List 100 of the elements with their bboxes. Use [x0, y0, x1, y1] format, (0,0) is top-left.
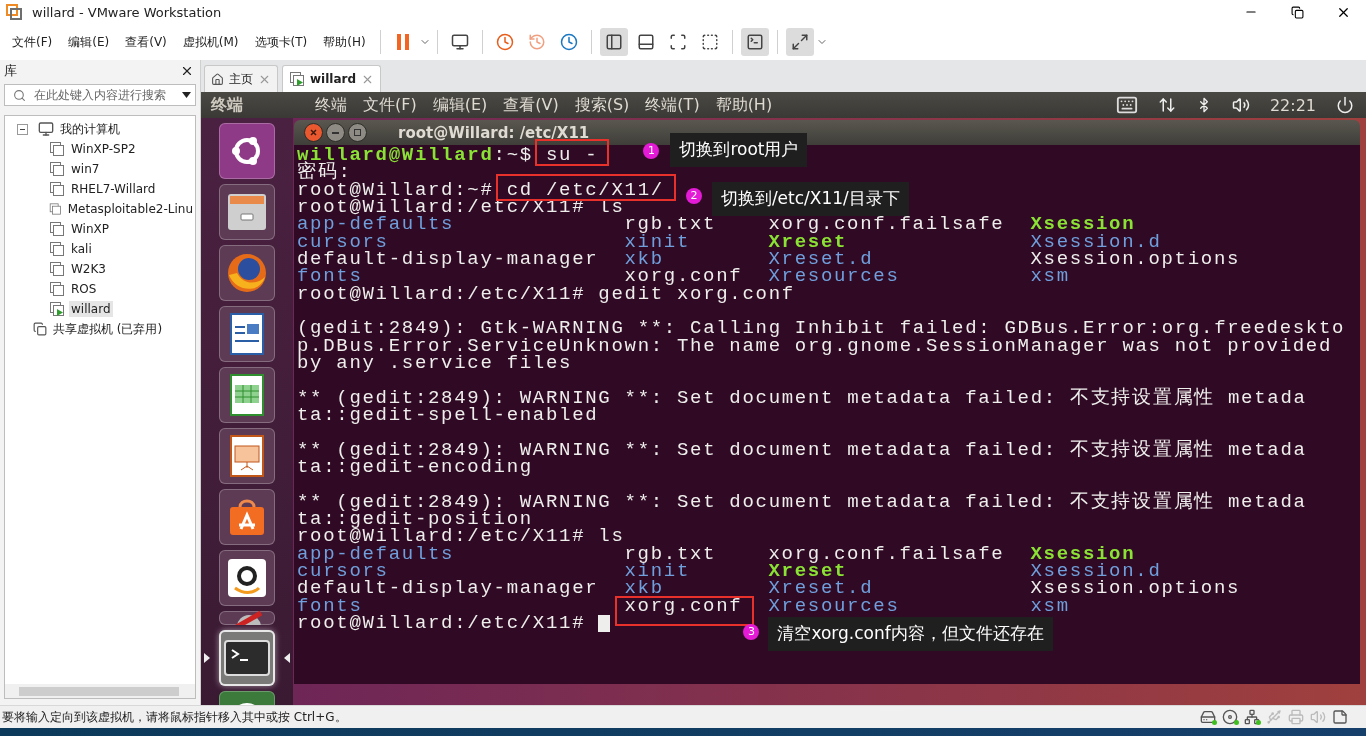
launcher-tile[interactable] — [219, 184, 275, 240]
note-icon[interactable] — [1330, 708, 1350, 726]
minimize-button[interactable] — [326, 123, 345, 142]
launcher-tile[interactable] — [219, 306, 275, 362]
file-name: xorg.conf — [624, 268, 743, 286]
monitor-icon — [450, 33, 469, 51]
file-name: default-display-manager — [297, 250, 599, 269]
terminal-icon — [745, 33, 764, 51]
step-number-badge: 3 — [743, 623, 760, 640]
window-title: willard - VMware Workstation — [32, 4, 223, 20]
sidebar-panel-icon — [604, 33, 623, 51]
pause-icon — [395, 33, 410, 51]
tree-item[interactable]: ROS — [69, 281, 99, 297]
menu-item[interactable]: 编辑(E) — [424, 94, 496, 116]
menu-item[interactable]: 编辑(E) — [60, 33, 118, 51]
terminal-text: by any .service files — [297, 354, 573, 373]
fullscreen-icon — [668, 33, 687, 51]
collapse-toggle-icon[interactable] — [17, 123, 28, 135]
menu-item[interactable]: 终端(T) — [637, 94, 708, 116]
tree-item[interactable]: RHEL7-Willard — [69, 181, 158, 197]
dropdown-arrow-icon[interactable] — [182, 92, 191, 98]
tree-item[interactable]: W2K3 — [69, 261, 108, 277]
tab[interactable]: willard — [282, 65, 382, 92]
tree-item[interactable]: Metasploitable2-Linu — [65, 201, 195, 217]
tree-item[interactable]: willard — [69, 301, 113, 317]
menu-item[interactable]: 文件(F) — [4, 33, 61, 51]
launcher-tile[interactable] — [219, 611, 275, 625]
window-title: root@Willard: /etc/X11 — [398, 123, 590, 142]
terminal-icon — [224, 640, 270, 676]
search-field[interactable]: 在此处键入内容进行搜索 — [4, 84, 196, 106]
file-name: cursors — [297, 562, 389, 581]
menu-item[interactable]: 终端 — [307, 94, 355, 116]
launcher-tile[interactable] — [219, 550, 275, 606]
launcher-tile[interactable] — [219, 489, 275, 545]
menu-item[interactable]: 虚拟机(M) — [174, 33, 247, 51]
tab-label: 主页 — [229, 70, 253, 88]
keyboard-icon[interactable] — [1115, 94, 1138, 116]
search-icon — [13, 88, 26, 102]
menu-item[interactable]: 帮助(H) — [315, 33, 374, 51]
close-icon[interactable] — [180, 64, 194, 78]
tab[interactable]: 主页 — [204, 65, 278, 92]
file-name: fonts — [297, 597, 363, 615]
terminal-text: p.DBus.Error.ServiceUnknown: The name org.gnome.SessionManager was not provided — [297, 337, 1333, 355]
tree-item[interactable]: 我的计算机 — [58, 119, 122, 139]
cd-icon[interactable] — [1220, 708, 1240, 726]
file-name: Xsession — [1030, 216, 1136, 234]
step-number-badge: 1 — [643, 143, 660, 159]
file-name: Xresources — [768, 268, 900, 286]
menu-item[interactable]: 搜索(S) — [566, 94, 638, 116]
command-text: su - — [545, 144, 599, 166]
stretch-button[interactable] — [785, 28, 814, 56]
console-button[interactable] — [740, 28, 769, 56]
launcher-tile[interactable] — [219, 245, 275, 301]
network-icon[interactable] — [1242, 708, 1262, 726]
file-name: xkb — [624, 250, 664, 269]
file-name: xinit — [624, 233, 690, 251]
restore-icon — [1290, 5, 1304, 19]
launcher-tile[interactable] — [219, 123, 275, 179]
stretch-icon — [790, 33, 809, 51]
dashed-square-icon — [700, 33, 719, 51]
home-icon — [211, 72, 224, 86]
horizontal-scrollbar[interactable] — [5, 684, 195, 698]
menu-item[interactable]: 查看(V) — [495, 94, 567, 116]
tree-item[interactable]: WinXP — [69, 221, 111, 237]
file-name: Xreset — [768, 562, 848, 581]
menu-item[interactable]: 查看(V) — [117, 33, 175, 51]
launcher-tile[interactable] — [219, 428, 275, 484]
step-number-badge: 2 — [685, 187, 702, 204]
file-name: Xreset — [768, 233, 848, 251]
shopping-icon — [225, 556, 269, 600]
menu-item[interactable]: 帮助(H) — [707, 94, 781, 116]
file-name: Xreset.d — [768, 250, 874, 269]
close-button[interactable] — [304, 123, 323, 142]
terminal-text: :~$ — [493, 147, 534, 165]
library-button[interactable] — [599, 28, 628, 56]
app-logo-icon — [6, 4, 22, 20]
file-name: default-display-manager — [297, 580, 599, 598]
file-name: xsm — [1030, 268, 1070, 286]
file-name: app-defaults — [297, 545, 455, 563]
tree-item[interactable]: win7 — [69, 161, 102, 177]
file-name: cursors — [297, 233, 389, 251]
tree-item[interactable]: kali — [69, 241, 94, 257]
up-down-arrows-icon[interactable] — [1157, 96, 1176, 114]
launcher-tile[interactable] — [219, 367, 275, 423]
power-icon[interactable] — [1336, 96, 1354, 114]
file-name: Xsession.d — [1030, 562, 1162, 581]
menu-item[interactable]: 文件(F) — [355, 94, 425, 116]
file-cabinet-icon — [225, 192, 269, 232]
maximize-button[interactable] — [348, 123, 367, 142]
terminal-text: ta::gedit-spell-enabled — [297, 406, 599, 425]
tree-item[interactable]: WinXP-SP2 — [69, 141, 138, 157]
running-vm-icon — [289, 71, 305, 87]
volume-icon[interactable] — [1231, 96, 1250, 114]
tree-item[interactable]: 共享虚拟机 (已弃用) — [51, 319, 165, 339]
callout-label: 切换到root用户 — [670, 133, 808, 167]
file-name: Xresources — [768, 597, 900, 615]
clock-text[interactable]: 22:21 — [1269, 95, 1316, 115]
maximize-icon — [354, 129, 361, 136]
menu-item[interactable]: 选项卡(T) — [246, 33, 316, 51]
terminal-text: ** (gedit:2849): WARNING **: Set document metadata failed: 不支持设置属性 metada — [297, 389, 1307, 407]
